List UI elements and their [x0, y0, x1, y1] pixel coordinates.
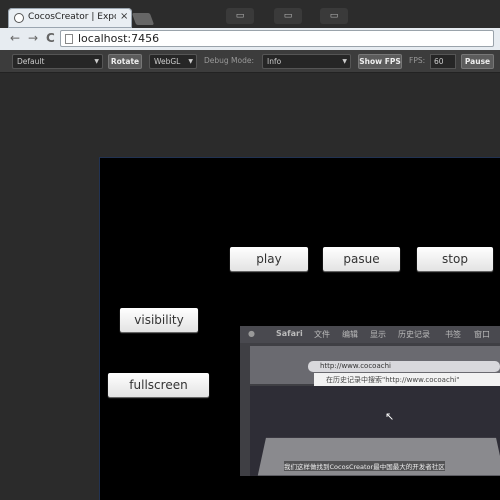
video-address-field: http://www.cocoachi — [308, 361, 500, 372]
video-menu-item: 窗口 — [474, 330, 490, 339]
video-player[interactable]: ● Safari 文件 编辑 显示 历史记录 书签 窗口 http://www.… — [240, 326, 500, 476]
reload-icon[interactable]: C — [46, 31, 55, 45]
apple-icon: ● — [248, 329, 255, 338]
tab-title: CocosCreator | Expo — [28, 12, 116, 22]
tab-close-icon[interactable]: × — [120, 11, 128, 22]
favicon-icon — [14, 13, 24, 23]
video-menu-item: 显示 — [370, 330, 386, 339]
video-subtitle: 我们这样做找到CocosCreator最中国最大的开发者社区 — [284, 461, 445, 471]
video-menu-item: 文件 — [314, 330, 330, 339]
fps-input[interactable]: 60 — [430, 54, 456, 69]
pause-button-scene[interactable]: pasue — [323, 247, 400, 271]
page-icon — [65, 34, 73, 44]
pause-button[interactable]: Pause — [461, 54, 494, 69]
new-tab-button[interactable] — [131, 13, 155, 25]
debug-mode-select[interactable]: Info ▼ — [262, 54, 351, 69]
play-button[interactable]: play — [230, 247, 308, 271]
address-bar[interactable]: localhost:7456 — [60, 30, 494, 47]
window-control-button[interactable]: ▭ — [320, 8, 348, 24]
video-menu-item: 编辑 — [342, 330, 358, 339]
rotate-button[interactable]: Rotate — [108, 54, 142, 69]
browser-tab[interactable]: CocosCreator | Expo × — [8, 8, 132, 28]
fps-label: FPS: — [409, 56, 426, 65]
video-menu-item: 书签 — [445, 330, 461, 339]
chevron-down-icon: ▼ — [188, 58, 193, 65]
stop-button[interactable]: stop — [417, 247, 493, 271]
chevron-down-icon: ▼ — [94, 58, 99, 65]
video-suggestion: 在历史记录中搜索"http://www.cocoachi" — [314, 373, 500, 387]
window-control-button[interactable]: ▭ — [274, 8, 302, 24]
back-icon[interactable]: ← — [10, 31, 20, 45]
video-menu-item: Safari — [276, 329, 303, 338]
device-select[interactable]: Default ▼ — [12, 54, 103, 69]
chevron-down-icon: ▼ — [342, 58, 347, 65]
visibility-button[interactable]: visibility — [120, 308, 198, 332]
window-control-button[interactable]: ▭ — [226, 8, 254, 24]
show-fps-button[interactable]: Show FPS — [358, 54, 402, 69]
cursor-icon: ↖ — [385, 410, 395, 423]
renderer-select[interactable]: WebGL ▼ — [149, 54, 197, 69]
video-menu-item: 历史记录 — [398, 330, 430, 339]
debug-mode-label: Debug Mode: — [204, 56, 255, 65]
fullscreen-button[interactable]: fullscreen — [108, 373, 209, 397]
forward-icon[interactable]: → — [28, 31, 38, 45]
address-url: localhost:7456 — [78, 32, 160, 45]
